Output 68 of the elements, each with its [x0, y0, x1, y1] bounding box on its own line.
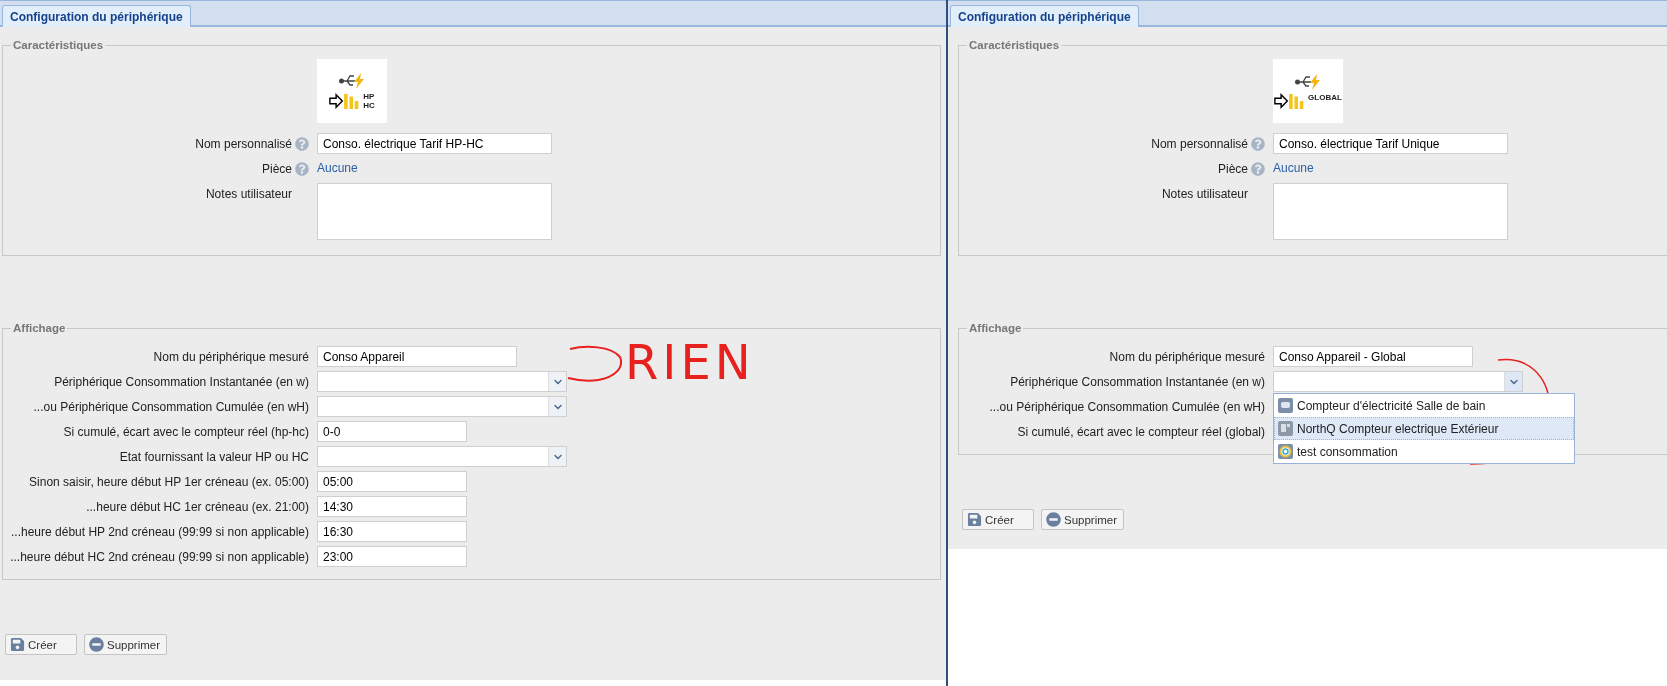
meter-icon	[1278, 398, 1293, 413]
select-field[interactable]	[317, 371, 567, 392]
help-icon[interactable]	[295, 161, 309, 176]
field-label: ...heure début HC 1er créneau (ex. 21:00)	[86, 499, 309, 514]
delete-button[interactable]: Supprimer	[84, 634, 168, 655]
option-label: test consommation	[1297, 444, 1398, 459]
text-field[interactable]: 23:00	[317, 546, 467, 567]
field-label: Etat fournissant la valeur HP ou HC	[119, 449, 309, 464]
section-legend: Caractéristiques	[11, 39, 106, 51]
text-field[interactable]: Conso Appareil - Global	[1273, 346, 1473, 367]
text-field[interactable]: 14:30	[317, 496, 467, 517]
device-caption: HP HC	[363, 91, 375, 110]
text-field[interactable]: Conso. électrique Tarif Unique	[1273, 133, 1508, 154]
section-legend: Affichage	[967, 322, 1024, 334]
text-field[interactable]: 0-0	[317, 421, 467, 442]
select-field[interactable]	[317, 396, 567, 417]
section-legend: Affichage	[11, 322, 68, 334]
text-field[interactable]: 16:30	[317, 521, 467, 542]
usb-bolt-icon	[339, 72, 365, 89]
field-label: ...heure début HC 2nd créneau (99:99 si non applicable)	[10, 549, 309, 564]
ring-icon	[1278, 444, 1293, 459]
section-legend: Caractéristiques	[967, 39, 1062, 51]
usb-bolt-icon	[1295, 73, 1321, 90]
field-label: Sinon saisir, heure début HP 1er créneau (ex. 05:00)	[29, 474, 309, 489]
tab[interactable]: Configuration du périphérique	[2, 5, 191, 27]
help-icon[interactable]	[295, 136, 309, 151]
field-label: Nom du périphérique mesuré	[1109, 349, 1265, 364]
save-icon	[10, 637, 25, 652]
notes-field[interactable]	[1273, 183, 1508, 240]
field-label: Périphérique Consommation Instantanée (en w)	[1010, 374, 1265, 389]
field-label: Nom du périphérique mesuré	[153, 349, 309, 364]
field-label: ...heure début HP 2nd créneau (99:99 si non applicable)	[11, 524, 309, 539]
option-label: Compteur d'électricité Salle de bain	[1297, 398, 1486, 413]
field-label: Si cumulé, écart avec le compteur réel (global)	[1017, 424, 1265, 439]
create-button[interactable]: Créer	[5, 634, 77, 655]
help-icon[interactable]	[1251, 161, 1265, 176]
select-trigger[interactable]	[548, 372, 566, 391]
field-label: Notes utilisateur	[1161, 186, 1248, 201]
module-icon	[1278, 421, 1293, 436]
field-label: Nom personnalisé	[1151, 136, 1248, 151]
field-label: Pièce	[261, 161, 292, 176]
option-label: NorthQ Compteur electrique Extérieur	[1297, 421, 1499, 436]
delete-button[interactable]: Supprimer	[1041, 509, 1125, 530]
bracket-scribble	[566, 343, 624, 385]
field-label: Notes utilisateur	[205, 186, 292, 201]
text-field[interactable]: Conso. électrique Tarif HP-HC	[317, 133, 552, 154]
notes-field[interactable]	[317, 183, 552, 240]
field-label: Périphérique Consommation Instantanée (en w)	[54, 374, 309, 389]
field-label: ...ou Périphérique Consommation Cumulée (en wH)	[33, 399, 309, 414]
select-trigger[interactable]	[548, 397, 566, 416]
text-field[interactable]: Conso Appareil	[317, 346, 517, 367]
tab[interactable]: Configuration du périphérique	[950, 5, 1139, 27]
select-trigger[interactable]	[548, 447, 566, 466]
save-icon	[967, 512, 982, 527]
help-icon[interactable]	[1251, 136, 1265, 151]
device-caption: GLOBAL	[1308, 92, 1342, 102]
room-link[interactable]: Aucune	[1273, 161, 1314, 175]
field-label: Nom personnalisé	[195, 136, 292, 151]
handwritten-note: RIEN	[625, 338, 755, 386]
field-label: ...ou Périphérique Consommation Cumulée (en wH)	[989, 399, 1265, 414]
select-field[interactable]	[317, 446, 567, 467]
dropdown-option[interactable]: NorthQ Compteur electrique Extérieur	[1274, 417, 1574, 440]
room-link[interactable]: Aucune	[317, 161, 358, 175]
field-label: Si cumulé, écart avec le compteur réel (hp-hc)	[63, 424, 309, 439]
select-trigger-active[interactable]	[1504, 372, 1522, 391]
text-field[interactable]: 05:00	[317, 471, 467, 492]
field-label: Pièce	[1217, 161, 1248, 176]
create-button[interactable]: Créer	[962, 509, 1034, 530]
